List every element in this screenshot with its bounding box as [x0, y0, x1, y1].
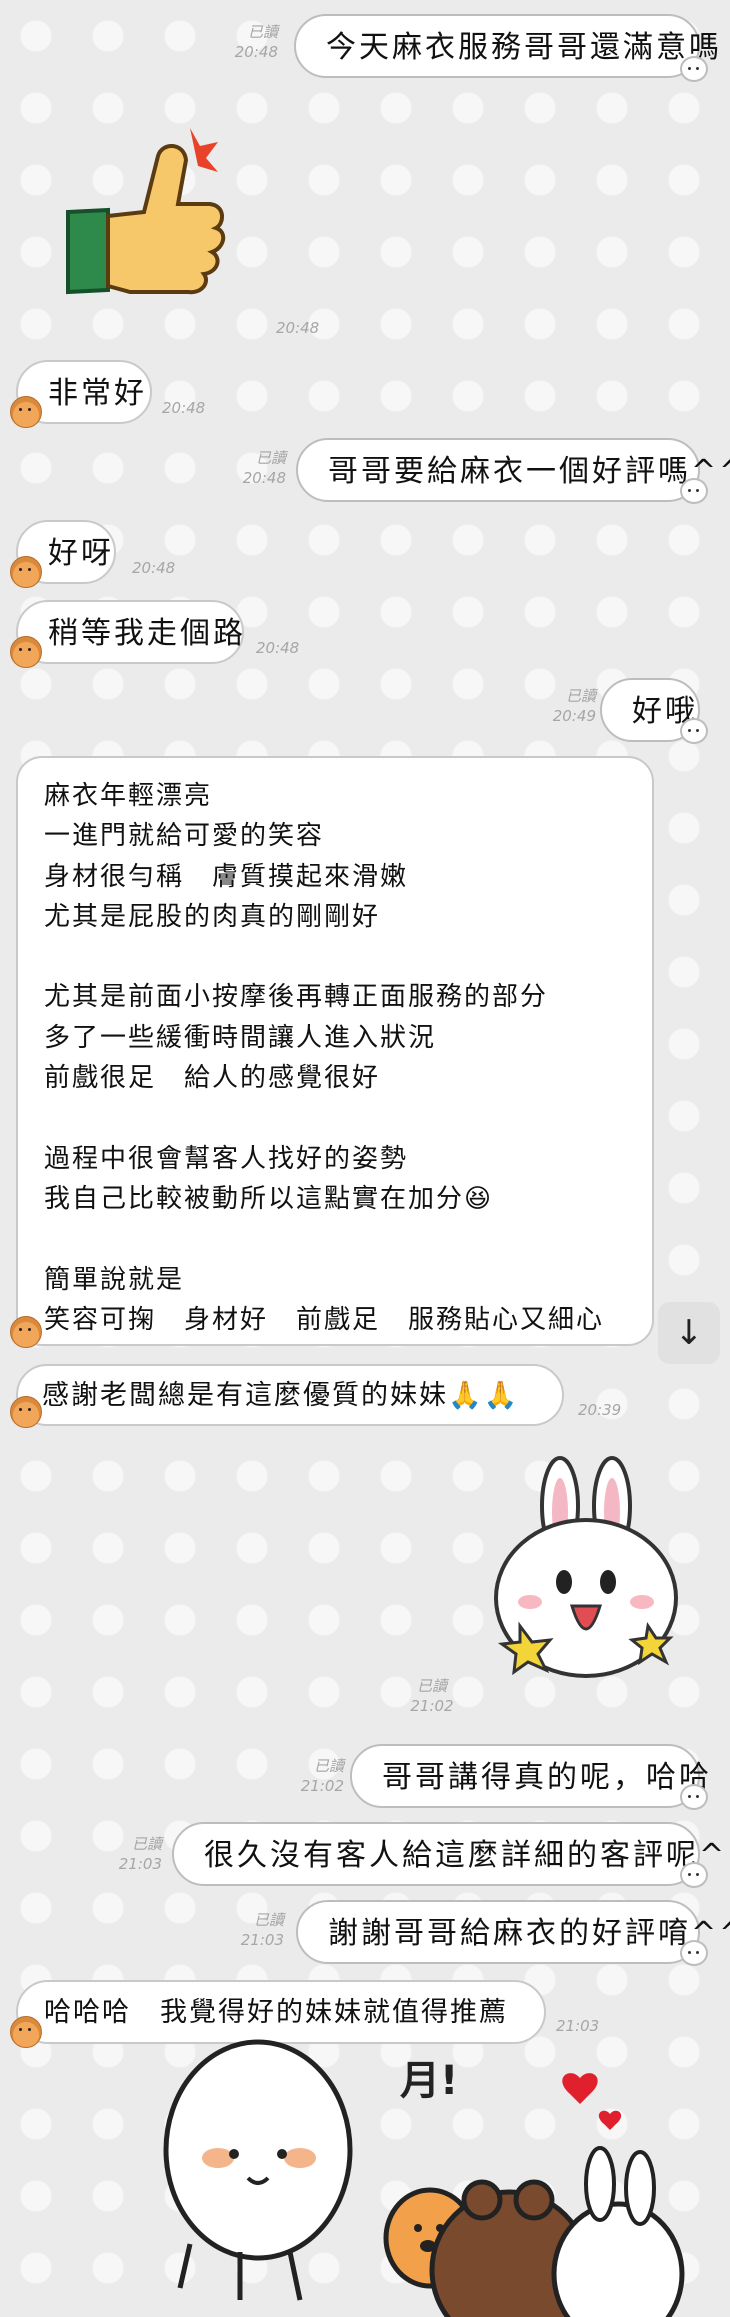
- message-bubble-received[interactable]: 哈哈哈 我覺得好的妹妹就值得推薦: [16, 1980, 546, 2044]
- message-meta: 已讀 21:03: [118, 1835, 162, 1874]
- sent-tail-icon: [680, 1862, 708, 1888]
- chat-view[interactable]: 已讀 20:48 今天麻衣服務哥哥還滿意嗎 20:48 非常好 20:48 已讀 2…: [0, 0, 730, 2317]
- avatar[interactable]: [10, 1396, 42, 1428]
- message-bubble-sent[interactable]: 哥哥講得真的呢，哈哈: [350, 1744, 709, 1808]
- sticker-caption: 月!: [400, 2058, 458, 2104]
- message-meta: 已讀 21:02: [410, 1677, 454, 1716]
- message-bubble-sent[interactable]: 哥哥要給麻衣一個好評嗎^^: [296, 438, 730, 502]
- message-meta: 已讀 21:03: [240, 1911, 284, 1950]
- avatar[interactable]: [10, 636, 42, 668]
- message-time: 21:03: [556, 2017, 600, 2035]
- message-bubble-sent[interactable]: 謝謝哥哥給麻衣的好評唷^^: [296, 1900, 730, 1964]
- sent-tail-icon: [680, 56, 708, 82]
- message-bubble-received[interactable]: 稍等我走個路: [16, 600, 244, 664]
- sent-tail-icon: [680, 718, 708, 744]
- message-meta: 已讀 20:48: [234, 23, 278, 62]
- thumbs-up-sticker[interactable]: [40, 120, 230, 310]
- arrow-down-icon: ↓: [674, 1313, 704, 1353]
- avatar[interactable]: [10, 396, 42, 428]
- avatar[interactable]: [10, 556, 42, 588]
- message-bubble-sent[interactable]: 很久沒有客人給這麼詳細的客評呢^^: [172, 1822, 730, 1886]
- message-meta: 已讀 20:49: [552, 687, 596, 726]
- sent-tail-icon: [680, 1784, 708, 1810]
- avatar[interactable]: [10, 1316, 42, 1348]
- review-message-bubble[interactable]: 麻衣年輕漂亮 一進門就給可愛的笑容 身材很勻稱 膚質摸起來滑嫩 尤其是屁股的肉真…: [16, 756, 654, 1346]
- message-meta: 已讀 21:02: [300, 1757, 344, 1796]
- scroll-down-button[interactable]: ↓: [658, 1302, 720, 1364]
- message-time: 20:48: [256, 639, 300, 657]
- message-bubble-received[interactable]: 感謝老闆總是有這麼優質的妹妹🙏🙏: [16, 1364, 564, 1426]
- sent-tail-icon: [680, 1940, 708, 1966]
- message-bubble-sent[interactable]: 今天麻衣服務哥哥還滿意嗎: [294, 14, 719, 78]
- group-hug-sticker[interactable]: 月!: [130, 2038, 700, 2317]
- message-time: 20:48: [276, 319, 320, 337]
- sent-tail-icon: [680, 478, 708, 504]
- message-time: 20:48: [132, 559, 176, 577]
- avatar[interactable]: [10, 2016, 42, 2048]
- message-meta: 已讀 20:48: [242, 449, 286, 488]
- message-time: 20:39: [578, 1401, 622, 1419]
- message-time: 20:48: [162, 399, 206, 417]
- bunny-sticker[interactable]: [490, 1456, 690, 1682]
